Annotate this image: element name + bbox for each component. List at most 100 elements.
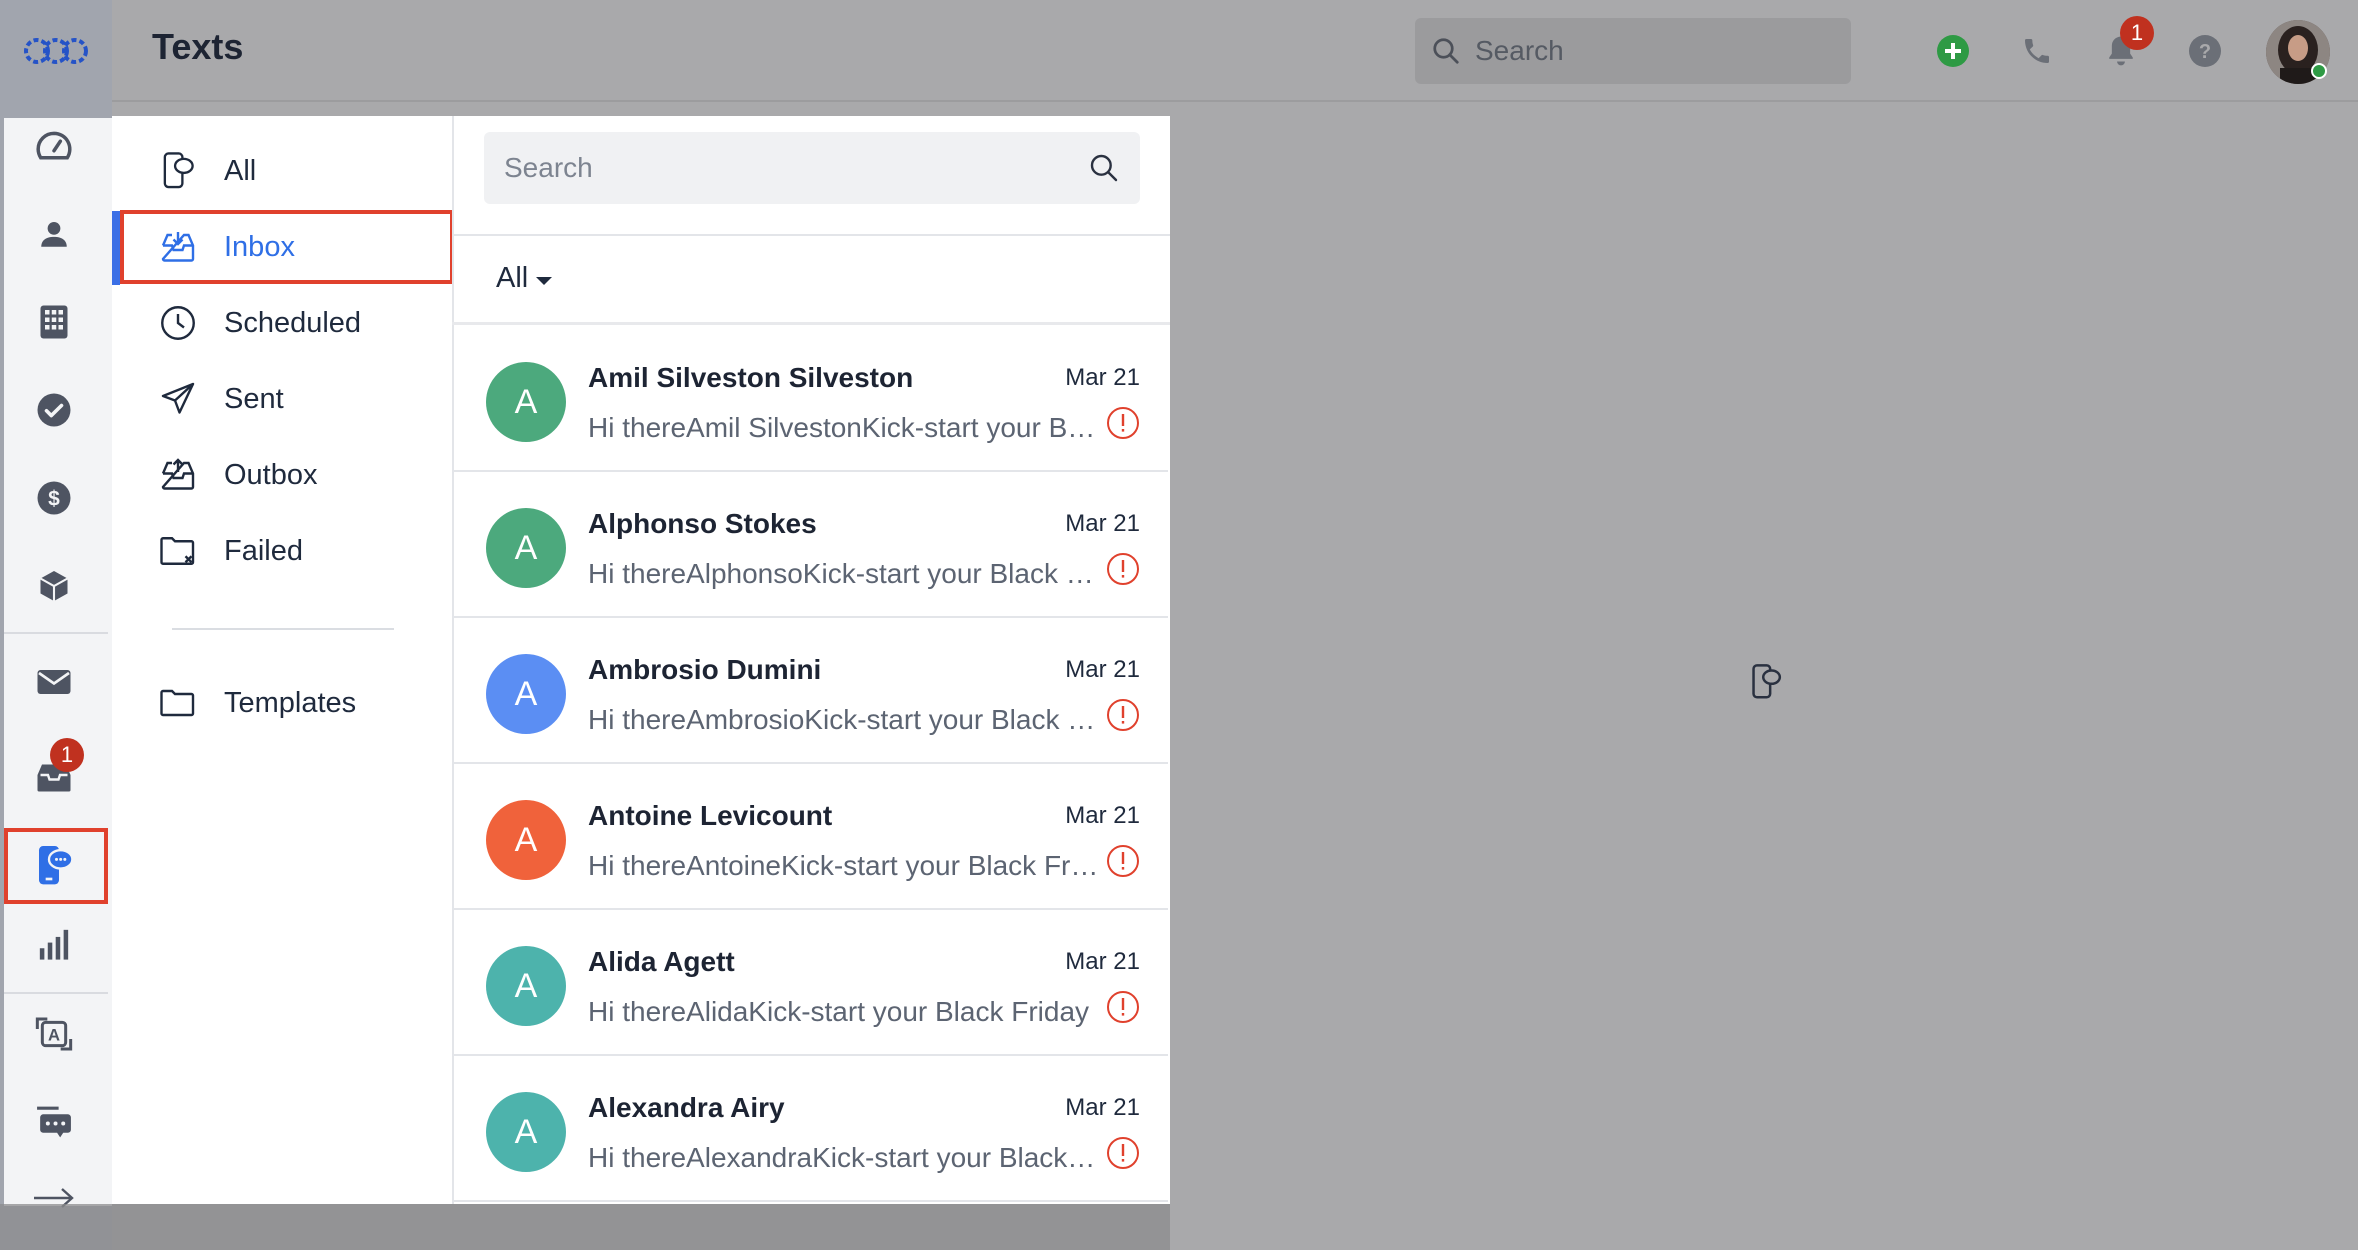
folder-failed-label: Failed xyxy=(224,534,303,567)
help-button[interactable]: ? xyxy=(2184,30,2226,72)
folder-sent-label: Sent xyxy=(224,382,284,415)
message-preview: Hi thereAlidaKick-start your Black Frida… xyxy=(588,996,1090,1027)
message-search-placeholder: Search xyxy=(504,152,593,183)
svg-text:$: $ xyxy=(48,488,60,511)
nav-contacts[interactable] xyxy=(0,204,108,264)
message-search-input[interactable]: Search xyxy=(484,132,1140,204)
contact-avatar: A xyxy=(486,946,566,1026)
message-preview: Hi thereAmbrosioKick-start your Black Fr… xyxy=(588,704,1100,735)
phone-icon xyxy=(2025,39,2049,63)
list-divider xyxy=(452,234,1170,236)
message-date: Mar 21 xyxy=(1065,510,1140,537)
global-search-placeholder: Search xyxy=(1475,35,1564,66)
svg-text:A: A xyxy=(48,1026,60,1045)
rail-divider xyxy=(4,632,108,634)
message-row[interactable]: A Antoine Levicount Mar 21 Hi thereAntoineK… xyxy=(452,764,1168,910)
panel-overlay-strip xyxy=(0,1204,1170,1250)
message-date: Mar 21 xyxy=(1065,1094,1140,1121)
folder-outbox[interactable]: Outbox xyxy=(112,440,452,510)
nav-chat[interactable] xyxy=(0,1092,108,1152)
phone-button[interactable] xyxy=(2016,30,2058,72)
list-divider xyxy=(452,322,1170,325)
top-bar: Texts Search 1 ? xyxy=(0,0,2358,102)
folder-sent[interactable]: Sent xyxy=(112,364,452,434)
nav-companies[interactable] xyxy=(0,292,108,352)
failed-alert-icon xyxy=(1107,407,1139,439)
help-icon: ? xyxy=(2189,35,2221,67)
message-row[interactable]: A Alphonso Stokes Mar 21 Hi thereAlphonsoKi… xyxy=(452,472,1168,618)
folder-panel: All Inbox Scheduled Sent Outbox Failed T… xyxy=(112,116,454,1204)
message-preview: Hi thereAlexandraKick-start your Black F… xyxy=(588,1142,1100,1173)
rail-divider xyxy=(4,992,108,994)
contact-name: Antoine Levicount xyxy=(588,800,833,831)
folder-icon xyxy=(160,683,200,723)
folder-x-icon xyxy=(160,531,200,571)
contact-avatar: A xyxy=(486,654,566,734)
folder-templates[interactable]: Templates xyxy=(112,668,452,738)
folder-scheduled[interactable]: Scheduled xyxy=(112,288,452,358)
plus-circle-icon xyxy=(1937,35,1969,67)
nav-reports[interactable] xyxy=(0,914,108,974)
message-preview: Hi thereAmil SilvestonKick-start your Bl… xyxy=(588,412,1100,443)
nav-email[interactable] xyxy=(0,652,108,712)
phone-message-icon xyxy=(160,151,200,191)
add-button[interactable] xyxy=(1932,30,1974,72)
filter-dropdown[interactable]: All xyxy=(496,262,553,295)
companies-icon xyxy=(40,305,68,339)
nav-deals[interactable]: $ xyxy=(0,468,108,528)
search-icon xyxy=(1433,38,1459,64)
contact-name: Alphonso Stokes xyxy=(588,508,817,539)
contacts-icon xyxy=(41,221,67,247)
active-folder-indicator xyxy=(112,211,120,285)
nav-dashboard[interactable] xyxy=(0,116,108,176)
reports-icon xyxy=(39,929,69,960)
message-date: Mar 21 xyxy=(1065,364,1140,391)
online-status-dot xyxy=(2311,63,2327,79)
contact-avatar: A xyxy=(486,362,566,442)
message-row[interactable]: A Amil Silveston Silveston Mar 21 Hi thereA… xyxy=(452,326,1168,472)
caret-down-icon xyxy=(536,276,553,285)
email-icon xyxy=(37,670,71,694)
failed-alert-icon xyxy=(1107,699,1139,731)
empty-state-texts-icon xyxy=(1748,664,1784,700)
contact-avatar: A xyxy=(486,1092,566,1172)
failed-alert-icon xyxy=(1107,991,1139,1023)
folder-failed[interactable]: Failed xyxy=(112,516,452,586)
texts-nav-highlight xyxy=(4,828,108,904)
svg-text:?: ? xyxy=(2199,41,2211,63)
logo-icon xyxy=(24,38,88,64)
message-row[interactable]: A Alexandra Airy Mar 21 Hi thereAlexandraKi… xyxy=(452,1056,1168,1202)
paper-plane-icon xyxy=(160,379,200,419)
message-date: Mar 21 xyxy=(1065,656,1140,683)
contact-name: Alida Agett xyxy=(588,946,735,977)
failed-alert-icon xyxy=(1107,1137,1139,1169)
folder-scheduled-label: Scheduled xyxy=(224,306,362,339)
contact-name: Amil Silveston Silveston xyxy=(588,362,914,393)
search-icon xyxy=(1090,154,1118,182)
folder-all[interactable]: All xyxy=(112,136,452,206)
clock-icon xyxy=(160,303,200,343)
outbox-tray-icon xyxy=(160,455,200,495)
products-icon xyxy=(39,571,69,601)
inbox-unread-badge: 1 xyxy=(50,738,84,772)
folder-all-label: All xyxy=(224,154,257,187)
nav-products[interactable] xyxy=(0,556,108,616)
message-list-panel: Search All A Amil Silveston Silveston Mar … xyxy=(452,116,1170,1250)
contact-avatar: A xyxy=(486,800,566,880)
contact-avatar: A xyxy=(486,508,566,588)
page-title: Texts xyxy=(152,26,244,67)
message-row[interactable]: A Alida Agett Mar 21 Hi thereAlidaKick-star… xyxy=(452,910,1168,1056)
failed-alert-icon xyxy=(1107,553,1139,585)
nav-automation[interactable]: A xyxy=(0,1004,108,1064)
app-logo[interactable] xyxy=(0,0,112,102)
folder-templates-label: Templates xyxy=(224,686,357,719)
folder-outbox-label: Outbox xyxy=(224,458,318,491)
global-search-input[interactable]: Search xyxy=(1415,18,1851,84)
message-row[interactable]: A Ambrosio Dumini Mar 21 Hi thereAmbrosioKi… xyxy=(452,618,1168,764)
failed-alert-icon xyxy=(1107,845,1139,877)
contact-name: Ambrosio Dumini xyxy=(588,654,822,685)
nav-tasks[interactable] xyxy=(0,380,108,440)
deals-icon: $ xyxy=(37,481,71,515)
contact-name: Alexandra Airy xyxy=(588,1092,785,1123)
notifications-badge: 1 xyxy=(2120,16,2154,50)
